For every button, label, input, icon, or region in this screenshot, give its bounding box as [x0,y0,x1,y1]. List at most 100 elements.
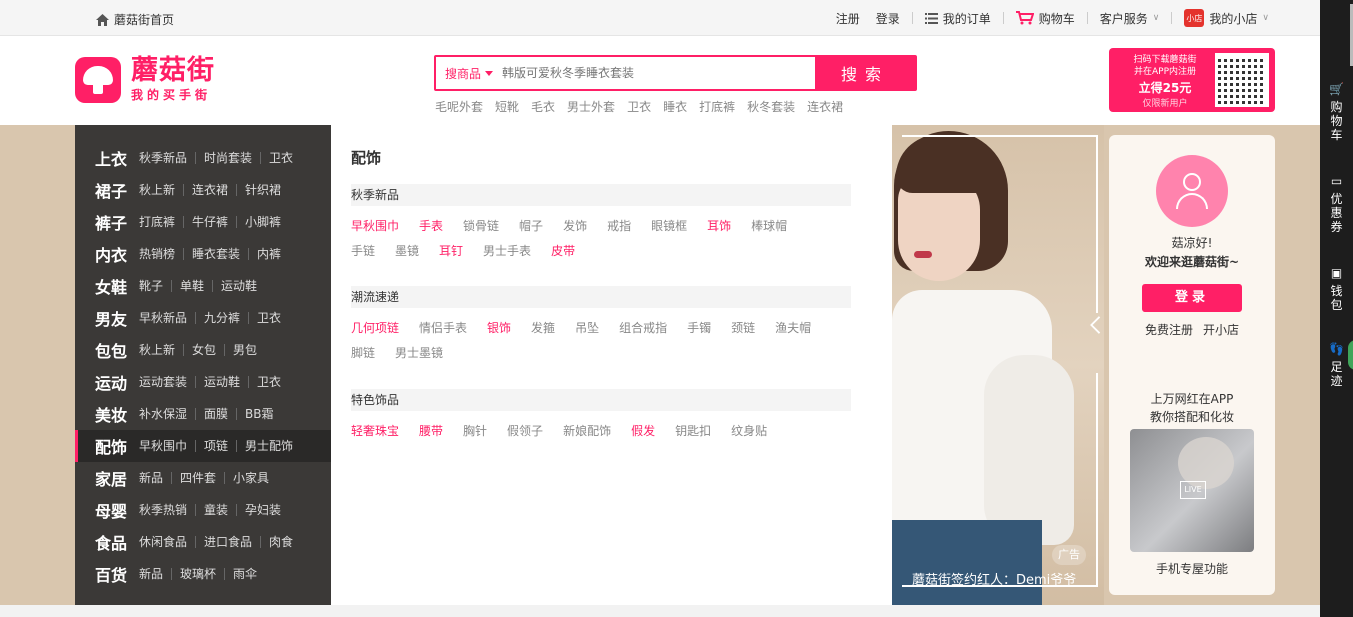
subcategory-link[interactable]: 项链 [195,440,236,452]
subcategory-link[interactable]: 卫衣 [248,312,289,324]
flyout-item-link[interactable]: 耳饰 [707,219,731,233]
flyout-item-link[interactable]: 手表 [419,219,443,233]
subcategory-link[interactable]: 男士配饰 [236,440,301,452]
flyout-item-link[interactable]: 胸针 [463,424,487,438]
flyout-item-link[interactable]: 新娘配饰 [563,424,611,438]
sidebar-item-wallet[interactable]: ▣ 钱包 [1320,266,1353,312]
subcategory-link[interactable]: 运动套装 [139,376,195,388]
flyout-item-link[interactable]: 组合戒指 [619,321,667,335]
flyout-item-link[interactable]: 戒指 [607,219,631,233]
category-row[interactable]: 百货 新品 玻璃杯 雨伞 [75,558,331,590]
search-input[interactable] [502,57,815,89]
free-register-link[interactable]: 免费注册 [1145,321,1193,338]
subcategory-link[interactable]: 小家具 [224,472,277,484]
subcategory-link[interactable]: 运动鞋 [195,376,248,388]
live-thumbnail[interactable]: LIVE [1130,429,1254,552]
subcategory-link[interactable]: 卫衣 [260,152,301,164]
subcategory-link[interactable]: BB霜 [236,408,281,420]
subcategory-link[interactable]: 男包 [224,344,265,356]
subcategory-link[interactable]: 打底裤 [139,216,183,228]
flyout-item-link[interactable]: 钥匙扣 [675,424,711,438]
hot-word-link[interactable]: 毛衣 [531,98,555,115]
home-link[interactable]: 蘑菇街首页 [96,11,174,28]
flyout-item-link[interactable]: 情侣手表 [419,321,467,335]
flyout-item-link[interactable]: 男士墨镜 [395,346,443,360]
app-download-banner[interactable]: 扫码下载蘑菇街 并在APP内注册 立得25元 仅限新用户 [1109,48,1275,112]
hot-word-link[interactable]: 短靴 [495,98,519,115]
cart-link[interactable]: 购物车 [1008,10,1083,27]
flyout-item-link[interactable]: 轻奢珠宝 [351,424,399,438]
flyout-item-link[interactable]: 手镯 [687,321,711,335]
register-link[interactable]: 注册 [828,10,868,27]
subcategory-link[interactable]: 针织裙 [236,184,289,196]
subcategory-link[interactable]: 孕妇装 [236,504,289,516]
hot-word-link[interactable]: 连衣裙 [807,98,843,115]
flyout-item-link[interactable]: 几何项链 [351,321,399,335]
category-row[interactable]: 食品 休闲食品 进口食品 肉食 [75,526,331,558]
subcategory-link[interactable]: 靴子 [139,280,171,292]
hot-word-link[interactable]: 卫衣 [627,98,651,115]
customer-service-menu[interactable]: 客户服务 ∨ [1092,10,1168,27]
my-orders-link[interactable]: 我的订单 [917,10,999,27]
subcategory-link[interactable]: 运动鞋 [212,280,265,292]
chevron-left-icon[interactable] [1088,315,1102,335]
subcategory-link[interactable]: 秋上新 [139,184,183,196]
flyout-item-link[interactable]: 男士手表 [483,244,531,258]
flyout-item-link[interactable]: 腰带 [419,424,443,438]
subcategory-link[interactable]: 内裤 [248,248,289,260]
flyout-item-link[interactable]: 发箍 [531,321,555,335]
hot-word-link[interactable]: 打底裤 [699,98,735,115]
subcategory-link[interactable]: 早秋新品 [139,312,195,324]
flyout-item-link[interactable]: 银饰 [487,321,511,335]
subcategory-link[interactable]: 面膜 [195,408,236,420]
subcategory-link[interactable]: 四件套 [171,472,224,484]
subcategory-link[interactable]: 睡衣套装 [183,248,248,260]
open-shop-link[interactable]: 开小店 [1203,321,1239,338]
category-row[interactable]: 裙子 秋上新 连衣裙 针织裙 [75,174,331,206]
flyout-item-link[interactable]: 假发 [631,424,655,438]
my-shop-menu[interactable]: 小店 我的小店 ∨ [1176,9,1277,27]
login-button[interactable]: 登录 [1142,284,1242,312]
subcategory-link[interactable]: 秋季热销 [139,504,195,516]
category-row[interactable]: 女鞋 靴子 单鞋 运动鞋 [75,270,331,302]
category-row[interactable]: 配饰 早秋围巾 项链 男士配饰 [75,430,331,462]
hot-word-link[interactable]: 秋冬套装 [747,98,795,115]
subcategory-link[interactable]: 进口食品 [195,536,260,548]
subcategory-link[interactable]: 补水保湿 [139,408,195,420]
subcategory-link[interactable]: 新品 [139,472,171,484]
flyout-item-link[interactable]: 皮带 [551,244,575,258]
subcategory-link[interactable]: 单鞋 [171,280,212,292]
subcategory-link[interactable]: 九分裤 [195,312,248,324]
category-row[interactable]: 内衣 热销榜 睡衣套装 内裤 [75,238,331,270]
category-row[interactable]: 运动 运动套装 运动鞋 卫衣 [75,366,331,398]
category-row[interactable]: 母婴 秋季热销 童装 孕妇装 [75,494,331,526]
flyout-item-link[interactable]: 锁骨链 [463,219,499,233]
category-row[interactable]: 美妆 补水保湿 面膜 BB霜 [75,398,331,430]
subcategory-link[interactable]: 时尚套装 [195,152,260,164]
subcategory-link[interactable]: 牛仔裤 [183,216,236,228]
subcategory-link[interactable]: 小脚裤 [236,216,289,228]
flyout-item-link[interactable]: 耳钉 [439,244,463,258]
subcategory-link[interactable]: 女包 [183,344,224,356]
search-type-select[interactable]: 搜商品 [436,57,502,89]
hot-word-link[interactable]: 男士外套 [567,98,615,115]
flyout-item-link[interactable]: 手链 [351,244,375,258]
flyout-item-link[interactable]: 帽子 [519,219,543,233]
sidebar-item-cart[interactable]: 🛒 购物车 [1320,82,1353,142]
flyout-item-link[interactable]: 棒球帽 [751,219,787,233]
hero-banner[interactable]: 广告 蘑菇街签约红人：Demi爷爷 [892,125,1104,605]
subcategory-link[interactable]: 肉食 [260,536,301,548]
flyout-item-link[interactable]: 眼镜框 [651,219,687,233]
flyout-item-link[interactable]: 墨镜 [395,244,419,258]
subcategory-link[interactable]: 玻璃杯 [171,568,224,580]
subcategory-link[interactable]: 连衣裙 [183,184,236,196]
subcategory-link[interactable]: 雨伞 [224,568,265,580]
flyout-item-link[interactable]: 颈链 [731,321,755,335]
flyout-item-link[interactable]: 渔夫帽 [775,321,811,335]
category-row[interactable]: 上衣 秋季新品 时尚套装 卫衣 [75,142,331,174]
flyout-item-link[interactable]: 假领子 [507,424,543,438]
subcategory-link[interactable]: 热销榜 [139,248,183,260]
subcategory-link[interactable]: 童装 [195,504,236,516]
flyout-item-link[interactable]: 纹身贴 [731,424,767,438]
category-row[interactable]: 包包 秋上新 女包 男包 [75,334,331,366]
